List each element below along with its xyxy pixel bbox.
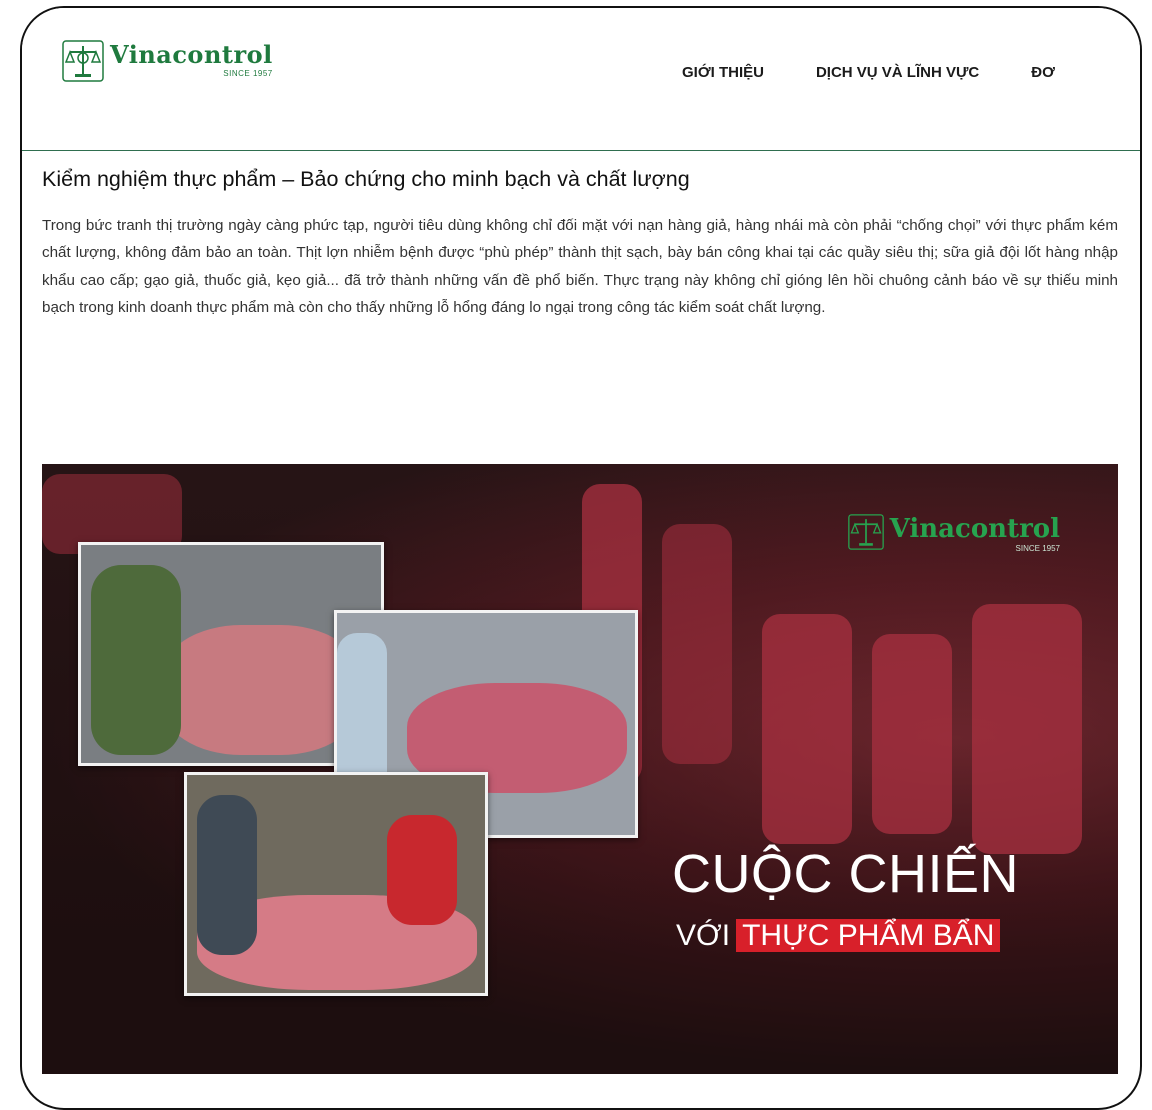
hero-subheadline-prefix: VỚI [676,919,731,952]
officer-figure [91,565,181,755]
vendor-figure [387,815,457,925]
hero-logo-text: Vinacontrol [889,514,1060,544]
meat-shape [662,524,732,764]
hero-logo: Vinacontrol SINCE 1957 [847,514,1060,553]
hero-logo-since: SINCE 1957 [1015,544,1060,553]
hero-image: Vinacontrol SINCE 1957 CUỘC CHIẾN VỚI THỰ… [42,464,1118,1074]
site-header: Vinacontrol SINCE 1957 GIỚI THIỆU DỊCH V… [22,8,1140,151]
meat-pile [161,625,361,755]
nav-gioi-thieu[interactable]: GIỚI THIỆU [682,64,764,81]
hero-headline: CUỘC CHIẾN [672,844,1020,904]
scale-logo-icon [62,40,104,82]
article: Kiểm nghiệm thực phẩm – Bảo chứng cho mi… [42,164,1122,322]
hero-logo-wordmark: Vinacontrol SINCE 1957 [889,514,1060,553]
logo-since: SINCE 1957 [223,69,273,78]
scale-logo-icon [847,514,884,550]
article-title: Kiểm nghiệm thực phẩm – Bảo chứng cho mi… [42,167,690,191]
nav-don-vi[interactable]: ĐƠ [1031,64,1055,81]
main-nav: GIỚI THIỆU DỊCH VỤ VÀ LĨNH VỰC ĐƠ [682,64,1107,81]
meat-shape [762,614,852,844]
site-logo[interactable]: Vinacontrol SINCE 1957 [62,40,273,92]
buyer-figure [197,795,257,955]
logo-wordmark: Vinacontrol SINCE 1957 [110,40,273,78]
hero-subheadline-highlight: THỰC PHẨM BẨN [736,919,1001,952]
meat-shape [972,604,1082,854]
browser-frame: Vinacontrol SINCE 1957 GIỚI THIỆU DỊCH V… [20,6,1142,1110]
nav-dich-vu[interactable]: DỊCH VỤ VÀ LĨNH VỰC [816,64,979,81]
photo-market-stall [184,772,488,996]
logo-text: Vinacontrol [110,40,273,69]
article-paragraph: Trong bức tranh thị trường ngày càng phứ… [42,217,1118,317]
meat-shape [872,634,952,834]
hero-subheadline: VỚI THỰC PHẨM BẨN [676,916,1001,956]
